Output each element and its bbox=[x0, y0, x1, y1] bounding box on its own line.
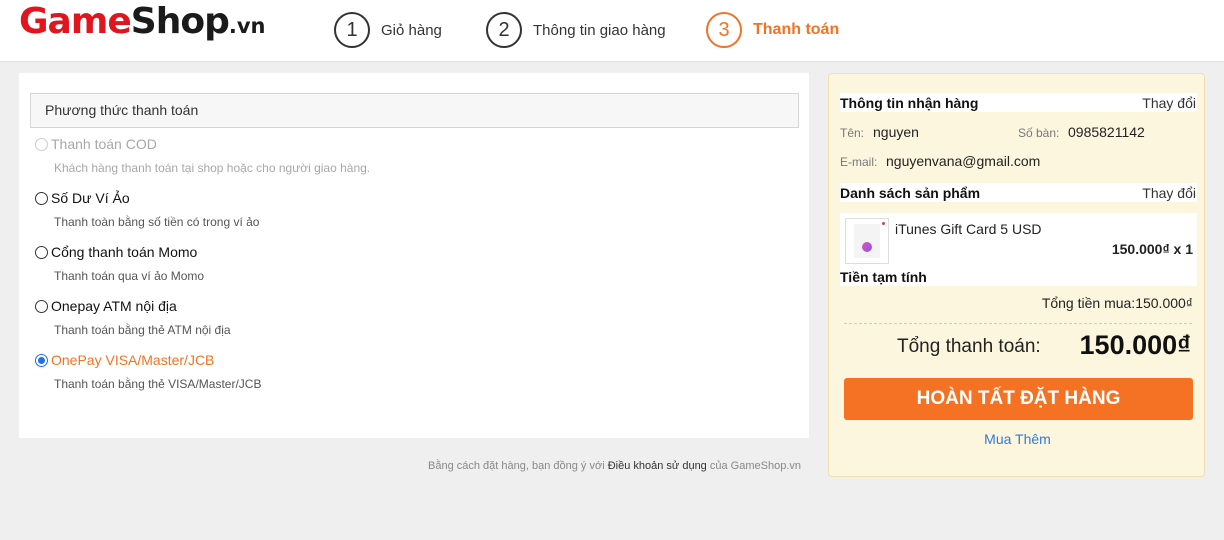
payment-option-name: Thanh toán COD bbox=[51, 136, 157, 152]
change-receiver-link[interactable]: Thay đổi bbox=[1142, 95, 1196, 111]
step-number: 1 bbox=[334, 12, 370, 48]
payment-option-momo[interactable]: Cổng thanh toán Momo Thanh toán qua ví ả… bbox=[35, 243, 735, 283]
email-label: E-mail: bbox=[840, 155, 878, 169]
receiver-email-row: E-mail: nguyenvana@gmail.com bbox=[840, 153, 1197, 171]
total-label: Tổng thanh toán: bbox=[897, 336, 1041, 357]
product-item: iTunes Gift Card 5 USD 150.000₫ x 1 Tiền… bbox=[840, 213, 1197, 286]
products-header: Danh sách sản phẩm Thay đổi bbox=[840, 183, 1197, 202]
step-number: 3 bbox=[706, 12, 742, 48]
terms-link[interactable]: Điều khoản sử dụng bbox=[608, 460, 707, 472]
radio-momo[interactable] bbox=[35, 245, 48, 259]
apple-icon bbox=[862, 242, 872, 252]
payment-method-panel: Phương thức thanh toán Thanh toán COD Kh… bbox=[19, 73, 809, 438]
phone-label: Số bàn: bbox=[1018, 126, 1060, 140]
receiver-name: nguyen bbox=[873, 124, 919, 140]
change-products-link[interactable]: Thay đổi bbox=[1142, 185, 1196, 201]
badge-dot-icon bbox=[882, 222, 885, 225]
receiver-header: Thông tin nhận hàng Thay đổi bbox=[840, 93, 1197, 112]
payment-option-cod: Thanh toán COD Khách hàng thanh toán tại… bbox=[35, 135, 735, 175]
purchase-total: Tổng tiền mua:150.000₫ bbox=[1041, 295, 1193, 311]
gift-card-image bbox=[854, 224, 880, 258]
receiver-title: Thông tin nhận hàng bbox=[840, 94, 979, 111]
step-cart[interactable]: 1 Giỏ hàng bbox=[334, 12, 442, 48]
payment-method-header: Phương thức thanh toán bbox=[30, 93, 799, 128]
divider bbox=[844, 323, 1192, 324]
payment-option-desc: Thanh toán bằng thẻ VISA/Master/JCB bbox=[54, 377, 262, 391]
payment-option-desc: Thanh toàn bằng số tiền có trong ví ảo bbox=[54, 215, 260, 229]
radio-cod bbox=[35, 137, 48, 151]
subtotal-label: Tiền tạm tính bbox=[840, 269, 927, 285]
step-label: Giỏ hàng bbox=[381, 21, 442, 39]
buy-more-link[interactable]: Mua Thêm bbox=[829, 431, 1206, 447]
payment-option-name[interactable]: Cổng thanh toán Momo bbox=[51, 244, 197, 260]
step-label: Thanh toán bbox=[753, 21, 840, 38]
payment-option-visa[interactable]: OnePay VISA/Master/JCB Thanh toán bằng t… bbox=[35, 351, 735, 391]
payment-option-name[interactable]: Onepay ATM nội địa bbox=[51, 298, 177, 314]
radio-atm[interactable] bbox=[35, 299, 48, 313]
product-name[interactable]: iTunes Gift Card 5 USD bbox=[895, 221, 1042, 237]
payment-option-name[interactable]: Số Dư Ví Ảo bbox=[51, 190, 130, 206]
payment-option-atm[interactable]: Onepay ATM nội địa Thanh toán bằng thẻ A… bbox=[35, 297, 735, 337]
receiver-phone: 0985821142 bbox=[1068, 124, 1145, 140]
name-label: Tên: bbox=[840, 126, 865, 140]
complete-order-button[interactable]: HOÀN TẤT ĐẶT HÀNG bbox=[844, 378, 1193, 420]
product-thumbnail[interactable] bbox=[845, 218, 889, 264]
step-label: Thông tin giao hàng bbox=[533, 21, 666, 39]
product-price-qty: 150.000₫ x 1 bbox=[1111, 241, 1193, 257]
radio-visa[interactable] bbox=[35, 353, 48, 367]
payment-option-wallet[interactable]: Số Dư Ví Ảo Thanh toàn bằng số tiền có t… bbox=[35, 189, 735, 229]
products-title: Danh sách sản phẩm bbox=[840, 184, 981, 201]
terms-suffix: của GameShop.vn bbox=[709, 460, 801, 472]
terms-note: Bằng cách đặt hàng, bạn đồng ý với Điều … bbox=[19, 460, 801, 472]
logo-tld: .vn bbox=[228, 14, 266, 38]
total-value: 150.000₫ bbox=[1079, 330, 1191, 360]
logo-part-shop: Shop bbox=[130, 1, 230, 42]
logo[interactable]: GameShop.vn bbox=[19, 2, 265, 46]
step-number: 2 bbox=[486, 12, 522, 48]
payment-option-desc: Thanh toán bằng thẻ ATM nội địa bbox=[54, 323, 231, 337]
payment-option-desc: Thanh toán qua ví ảo Momo bbox=[54, 269, 205, 283]
header-bar: GameShop.vn 1 Giỏ hàng 2 Thông tin giao … bbox=[0, 0, 1224, 62]
receiver-name-phone-row: Tên: nguyen Số bàn: 0985821142 bbox=[840, 124, 1197, 142]
logo-part-game: Game bbox=[19, 1, 132, 42]
terms-prefix: Bằng cách đặt hàng, bạn đồng ý với bbox=[428, 460, 605, 472]
payment-option-desc: Khách hàng thanh toán tại shop hoặc cho … bbox=[54, 161, 371, 175]
order-summary-panel: Thông tin nhận hàng Thay đổi Tên: nguyen… bbox=[828, 73, 1205, 477]
receiver-email: nguyenvana@gmail.com bbox=[886, 153, 1041, 169]
payment-option-name[interactable]: OnePay VISA/Master/JCB bbox=[51, 352, 214, 368]
step-payment[interactable]: 3 Thanh toán bbox=[706, 12, 839, 48]
radio-wallet[interactable] bbox=[35, 191, 48, 205]
step-shipping-info[interactable]: 2 Thông tin giao hàng bbox=[486, 12, 666, 48]
